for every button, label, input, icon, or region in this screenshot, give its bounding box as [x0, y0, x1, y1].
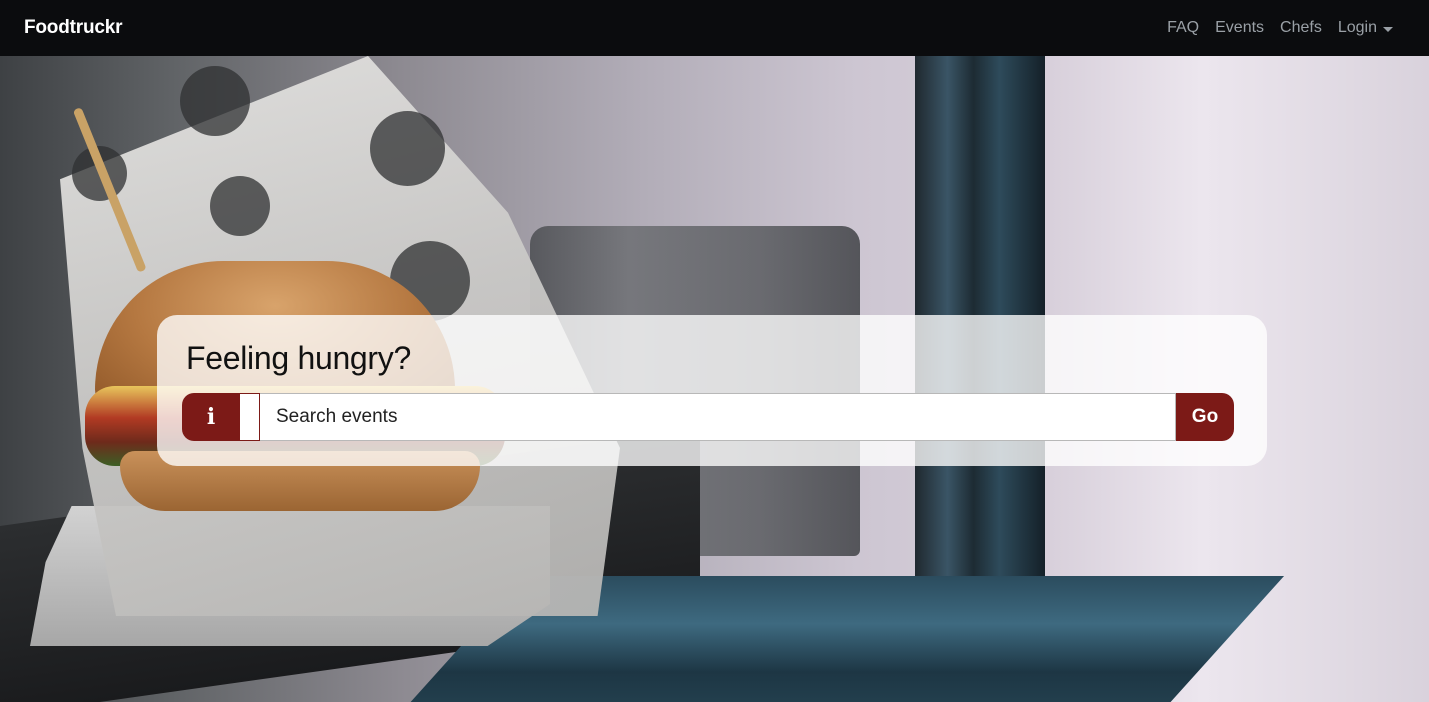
- nav-links: FAQ Events Chefs Login: [1167, 19, 1393, 37]
- background-paper-print: [210, 176, 270, 236]
- go-button[interactable]: Go: [1176, 393, 1234, 441]
- hero-title: Feeling hungry?: [186, 340, 411, 376]
- info-button[interactable]: i: [182, 393, 240, 441]
- search-input[interactable]: [260, 393, 1176, 441]
- caret-down-icon: [1383, 26, 1393, 32]
- brand-logo[interactable]: Foodtruckr: [24, 17, 122, 39]
- search-input-group: i Go: [182, 393, 1234, 441]
- nav-link-chefs[interactable]: Chefs: [1280, 19, 1322, 37]
- login-dropdown-label: Login: [1337, 19, 1377, 36]
- search-card: Feeling hungry? i Go: [157, 315, 1267, 466]
- nav-link-events[interactable]: Events: [1215, 19, 1264, 37]
- input-group-spacer: [240, 393, 260, 441]
- info-icon: i: [206, 404, 216, 430]
- nav-link-faq[interactable]: FAQ: [1167, 19, 1199, 37]
- background-paper-print: [370, 111, 445, 186]
- background-paper-print: [180, 66, 250, 136]
- navbar: Foodtruckr FAQ Events Chefs Login: [0, 0, 1429, 56]
- login-dropdown[interactable]: Login: [1338, 19, 1393, 37]
